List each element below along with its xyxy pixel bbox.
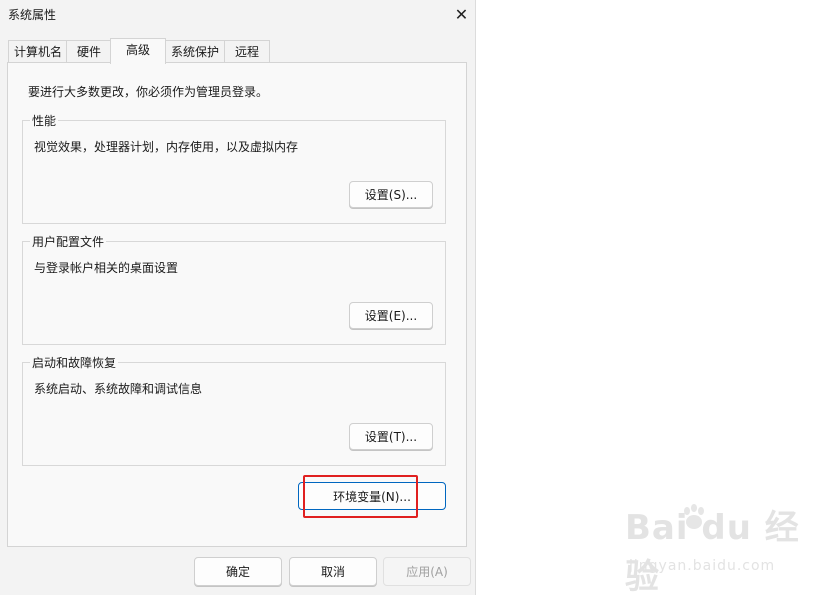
apply-button[interactable]: 应用(A) (383, 557, 471, 586)
tab-hardware[interactable]: 硬件 (66, 40, 112, 63)
close-icon[interactable]: ✕ (448, 0, 475, 28)
tab-remote[interactable]: 远程 (224, 40, 270, 63)
watermark-logo: Bai du 经验 (625, 508, 800, 597)
user-profiles-group (22, 241, 446, 345)
startup-recovery-description: 系统启动、系统故障和调试信息 (34, 382, 203, 396)
admin-notice: 要进行大多数更改，你必须作为管理员登录。 (28, 85, 269, 99)
ok-button[interactable]: 确定 (194, 557, 282, 586)
baidu-watermark: Bai du 经验 jingyan.baidu.com (625, 500, 819, 598)
window-title: 系统属性 (8, 8, 57, 22)
startup-recovery-label: 启动和故障恢复 (30, 354, 119, 371)
user-profiles-label: 用户配置文件 (30, 233, 107, 250)
watermark-url: jingyan.baidu.com (629, 558, 776, 574)
performance-group (22, 120, 446, 224)
performance-settings-button[interactable]: 设置(S)... (349, 181, 433, 208)
paw-icon (684, 504, 704, 529)
user-profiles-description: 与登录帐户相关的桌面设置 (34, 261, 179, 275)
performance-description: 视觉效果，处理器计划，内存使用，以及虚拟内存 (34, 140, 299, 154)
tab-advanced[interactable]: 高级 (110, 38, 166, 64)
tab-computer-name[interactable]: 计算机名 (8, 40, 68, 63)
startup-recovery-settings-button[interactable]: 设置(T)... (349, 423, 433, 450)
tab-system-protection[interactable]: 系统保护 (164, 40, 226, 63)
system-properties-dialog: 系统属性 ✕ 计算机名 硬件 高级 系统保护 远程 要进行大多数更改，你必须作为… (0, 0, 476, 595)
startup-recovery-group (22, 362, 446, 466)
cancel-button[interactable]: 取消 (289, 557, 377, 586)
highlight-box (303, 475, 418, 518)
performance-label: 性能 (30, 112, 59, 129)
user-profiles-settings-button[interactable]: 设置(E)... (349, 302, 433, 329)
